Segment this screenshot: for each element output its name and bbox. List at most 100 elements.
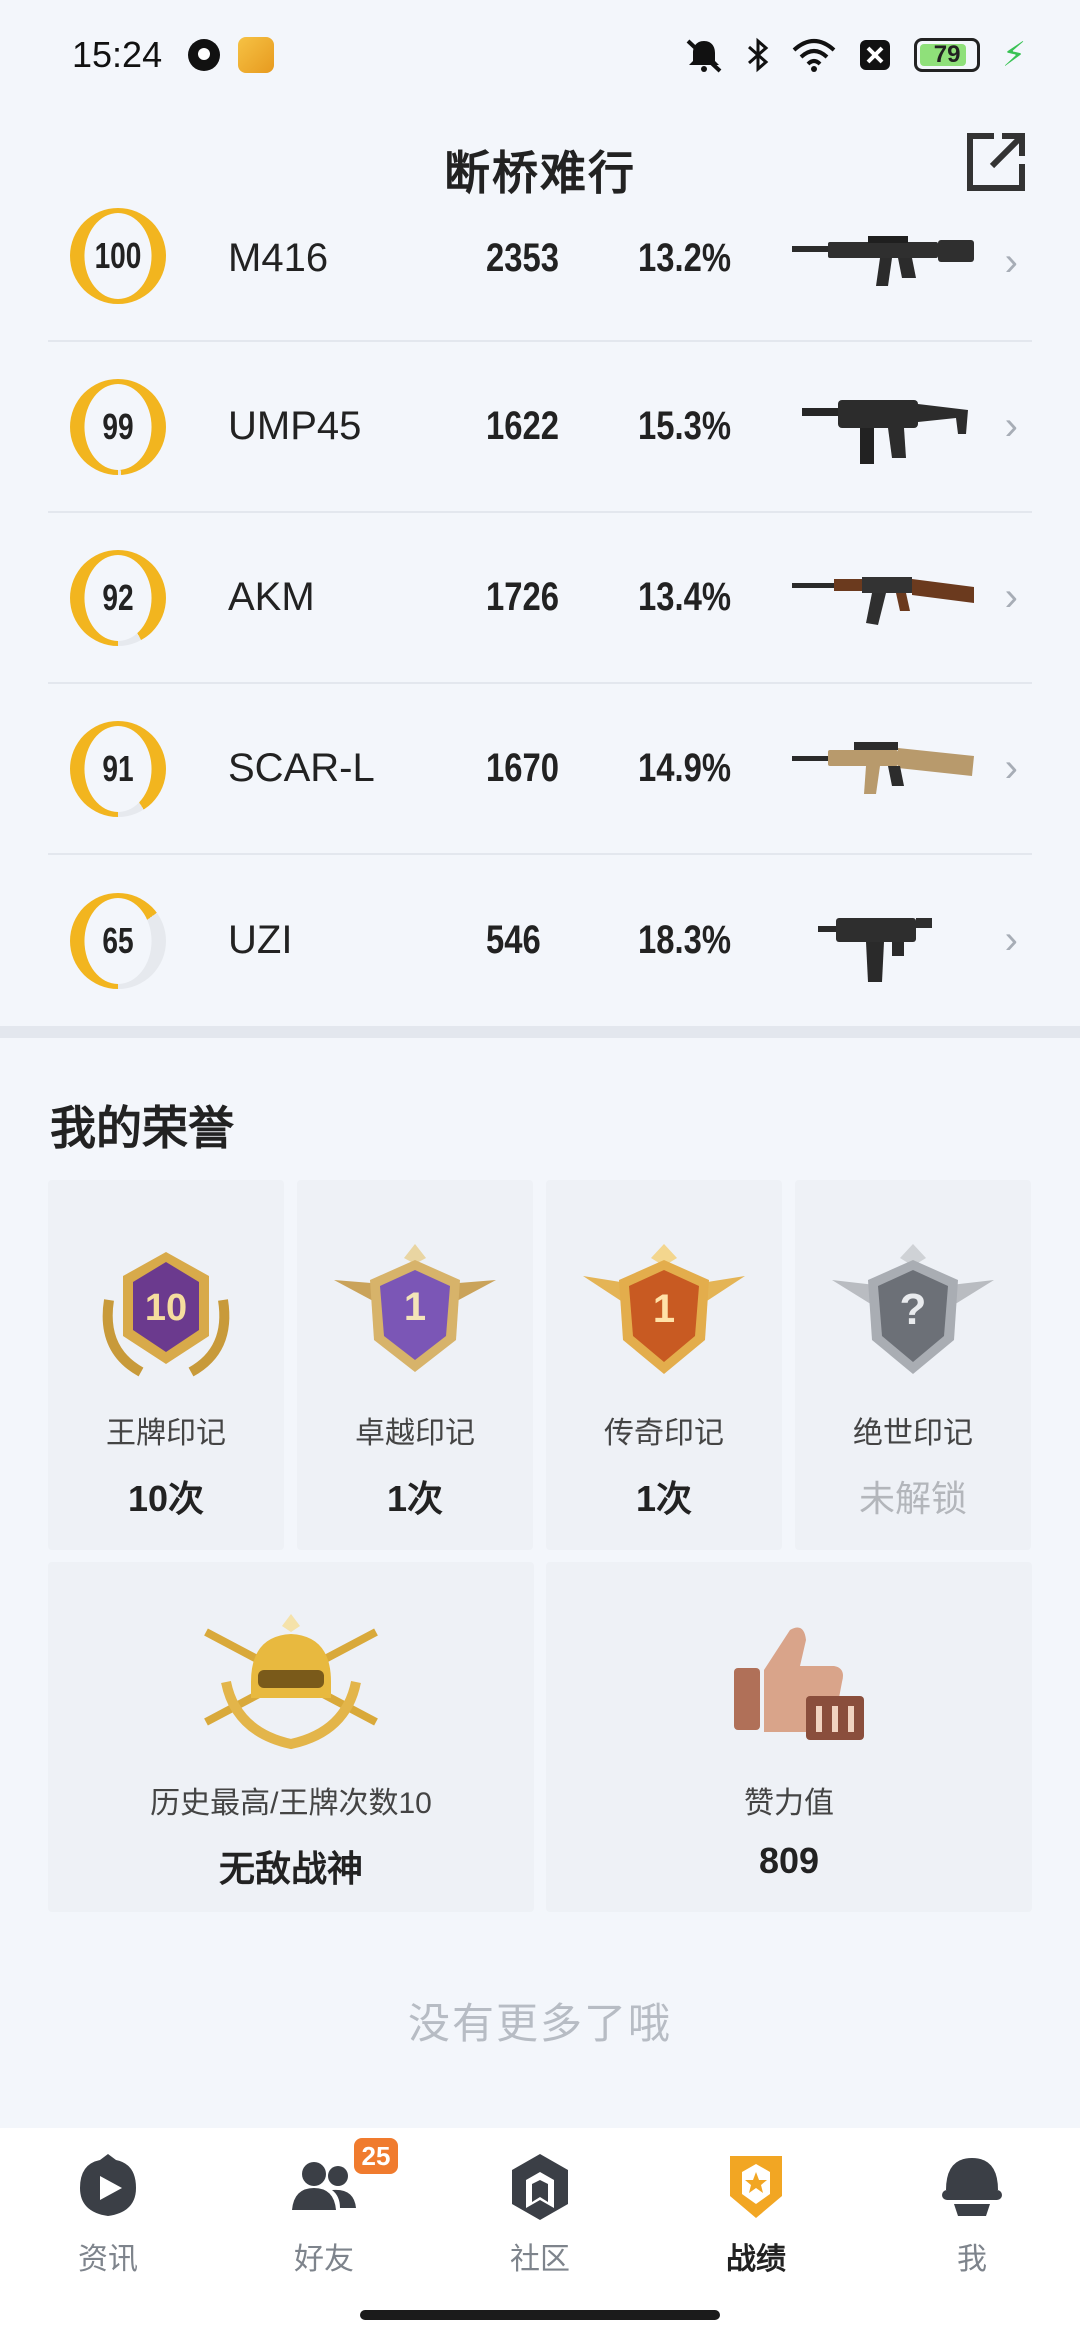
nav-item-news[interactable]: 资讯 [0,2128,216,2340]
honor-card-likes[interactable]: 赞力值 809 [546,1562,1032,1912]
peerless-badge-icon: ? [832,1244,994,1374]
nav-item-community[interactable]: 社区 [432,2128,648,2340]
bubble-icon [188,39,221,71]
conqueror-helmet-icon [204,1614,378,1750]
nav-item-friends[interactable]: 25 好友 [216,2128,432,2340]
honor-value: 809 [758,1840,820,1881]
badge-number: 1 [404,1285,426,1329]
honor-card-peerless[interactable]: ? 绝世印记 未解锁 [795,1180,1031,1550]
weapon-rate: 13.2% [638,236,732,280]
weapon-rate: 15.3% [638,404,732,448]
weapon-list: 100 M416 2353 13.2% › 99 UMP45 1622 15.3… [48,208,1032,1026]
score-value: 91 [84,725,152,812]
news-icon [80,2154,136,2216]
no-more-text: 没有更多了哦 [407,2000,672,2047]
weapon-rate: 14.9% [638,746,732,790]
smg-ump45-icon [802,399,968,464]
page-title: 断桥难行 [444,147,636,199]
rifle-m416-icon [792,236,974,286]
chevron-right-icon: › [1004,575,1018,619]
thumbs-up-icon [734,1627,864,1740]
rifle-scarl-icon [792,741,974,794]
weapon-kills: 1726 [486,575,559,619]
weapon-row[interactable]: 92 AKM 1726 13.4% › [48,513,1032,684]
honor-label: 赞力值 [744,1787,834,1820]
score-ring: 99 [70,378,166,475]
legend-badge-icon: 1 [583,1244,745,1374]
score-value: 65 [84,897,152,984]
friends-icon [292,2162,356,2210]
mute-icon [686,39,722,73]
smg-uzi-icon [818,917,932,982]
chevron-right-icon: › [1004,918,1018,962]
close-box-icon [860,40,891,70]
weapon-row[interactable]: 65 UZI 546 18.3% › [48,855,1032,1026]
share-icon[interactable] [964,130,1028,194]
home-indicator [360,2310,720,2320]
community-icon [512,2154,568,2220]
honor-value: 未解锁 [858,1478,967,1519]
honor-label: 王牌印记 [106,1417,226,1450]
chevron-right-icon: › [1004,404,1018,448]
nav-label: 战绩 [726,2243,786,2276]
bottom-nav: 资讯 25 好友 社区 战绩 我 [0,2128,1080,2340]
honor-value: 无敌战神 [218,1848,363,1889]
status-right-icons: 79 ⚡ [684,35,1026,75]
score-ring: 100 [70,208,166,304]
chevron-right-icon: › [1004,240,1018,284]
weapon-kills: 1670 [486,746,559,790]
weapon-kills: 2353 [486,236,559,280]
rifle-akm-icon [792,576,974,625]
nav-label: 我 [957,2243,987,2276]
score-ring: 92 [70,549,166,646]
bluetooth-icon [748,37,769,73]
excellence-badge-icon: 1 [334,1244,496,1372]
header: 断桥难行 [0,110,1080,230]
honors-title: 我的荣誉 [50,1102,234,1154]
honor-value: 10次 [127,1478,205,1519]
honor-value: 1次 [386,1478,444,1519]
weapon-name: AKM [228,575,315,619]
honor-label: 卓越印记 [355,1417,475,1450]
nav-label: 资讯 [78,2243,138,2276]
honor-label: 历史最高/王牌次数10 [150,1787,432,1820]
weapon-row[interactable]: 100 M416 2353 13.2% › [48,208,1032,342]
status-time: 15:24 [72,34,163,75]
status-left-icons [188,37,275,73]
weapon-rate: 13.4% [638,575,732,619]
weapon-rate: 18.3% [638,918,732,962]
score-value: 99 [84,383,152,470]
honor-card-ace[interactable]: 10 王牌印记 10次 [48,1180,284,1550]
badge-number: 10 [145,1287,187,1329]
chevron-right-icon: › [1004,746,1018,790]
score-ring: 91 [70,720,166,817]
record-icon [730,2156,782,2218]
weapon-kills: 1622 [486,404,559,448]
weapon-kills: 546 [486,918,541,962]
nav-item-profile[interactable]: 我 [864,2128,1080,2340]
friends-badge: 25 [354,2138,398,2174]
nav-item-record[interactable]: 战绩 [648,2128,864,2340]
weapon-name: UZI [228,918,293,962]
honor-card-highest-tier[interactable]: 历史最高/王牌次数10 无敌战神 [48,1562,534,1912]
badge-number: 1 [653,1287,675,1331]
weapon-row[interactable]: 99 UMP45 1622 15.3% › [48,342,1032,513]
battery-level: 79 [933,41,961,68]
honor-label: 绝世印记 [853,1417,973,1450]
score-value: 92 [84,554,152,641]
nav-label: 好友 [294,2243,354,2276]
badge-number: ? [900,1285,927,1334]
status-bar: 15:24 79 ⚡ [0,0,1080,110]
weapon-name: SCAR-L [228,746,375,790]
honor-card-excellence[interactable]: 1 卓越印记 1次 [297,1180,533,1550]
nav-label: 社区 [510,2243,570,2276]
weapon-row[interactable]: 91 SCAR-L 1670 14.9% › [48,684,1032,855]
score-ring: 65 [70,892,166,989]
honor-value: 1次 [635,1478,693,1519]
honor-card-legend[interactable]: 1 传奇印记 1次 [546,1180,782,1550]
ace-badge-icon: 10 [102,1252,230,1377]
weapon-name: M416 [228,236,329,280]
section-divider [0,1026,1080,1038]
honor-label: 传奇印记 [604,1417,724,1450]
profile-icon [942,2158,1002,2216]
